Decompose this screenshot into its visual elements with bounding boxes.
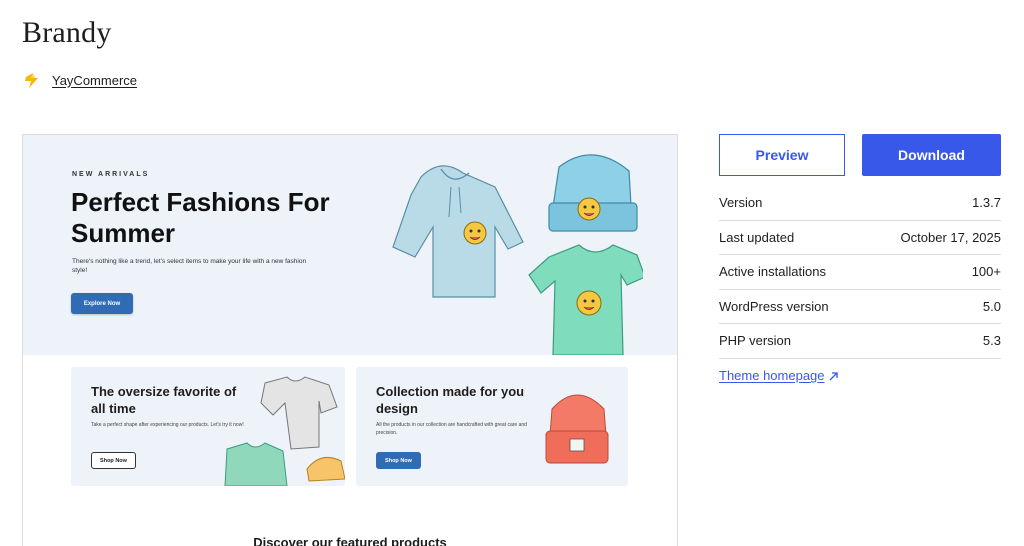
tees-illustration [221,373,345,486]
meta-value: 5.3 [982,333,1001,349]
meta-key: PHP version [719,333,792,349]
tshirt-illustration [528,244,646,356]
meta-value: 5.0 [982,298,1001,314]
preview-button[interactable]: Preview [719,134,845,176]
clothing-illustration [383,147,646,360]
meta-row-version: Version 1.3.7 [719,186,1001,221]
preview-eyebrow: NEW ARRIVALS [72,171,150,178]
preview-hero-desc: There's nothing like a trend, let's sele… [72,258,307,274]
meta-value: October 17, 2025 [900,229,1001,245]
theme-actions: Preview Download [719,134,1001,176]
meta-key: Active installations [719,264,826,280]
meta-row-active-installations: Active installations 100+ [719,255,1001,290]
beanie-illustration [548,154,638,232]
meta-key: Last updated [719,229,795,245]
preview-card-title: Collection made for you design [376,384,525,416]
meta-row-wordpress-version: WordPress version 5.0 [719,290,1001,324]
meta-key: Version [719,195,763,211]
preview-card-collection: Collection made for you design All the p… [356,367,628,486]
preview-shop-button: Shop Now [91,452,136,469]
lightning-bolt-icon [22,70,42,90]
author-row: YayCommerce [22,70,137,90]
meta-row-php-version: PHP version 5.3 [719,324,1001,359]
preview-featured-heading: Discover our featured products [253,535,447,546]
theme-screenshot: NEW ARRIVALS Perfect Fashions For Summer… [22,134,678,546]
preview-card-oversize: The oversize favorite of all time Take a… [71,367,345,486]
preview-hero-title: Perfect Fashions For Summer [71,187,330,248]
beanie-orange-illustration [542,385,612,472]
theme-title: Brandy [22,16,112,49]
meta-value: 1.3.7 [972,195,1001,211]
preview-card-desc: All the products in our collection are h… [376,422,527,436]
preview-shop-button: Shop Now [376,452,421,469]
preview-hero: NEW ARRIVALS Perfect Fashions For Summer… [23,135,677,356]
meta-value: 100+ [971,264,1001,280]
author-link[interactable]: YayCommerce [52,73,137,88]
theme-meta-list: Version 1.3.7 Last updated October 17, 2… [719,186,1001,359]
meta-key: WordPress version [719,298,829,314]
preview-explore-button: Explore Now [71,293,133,314]
theme-homepage-label: Theme homepage [719,368,825,383]
theme-homepage-link[interactable]: Theme homepage [719,368,839,383]
download-button[interactable]: Download [862,134,1001,176]
meta-row-last-updated: Last updated October 17, 2025 [719,221,1001,255]
hoodie-illustration [392,165,524,298]
external-arrow-icon [828,370,839,381]
